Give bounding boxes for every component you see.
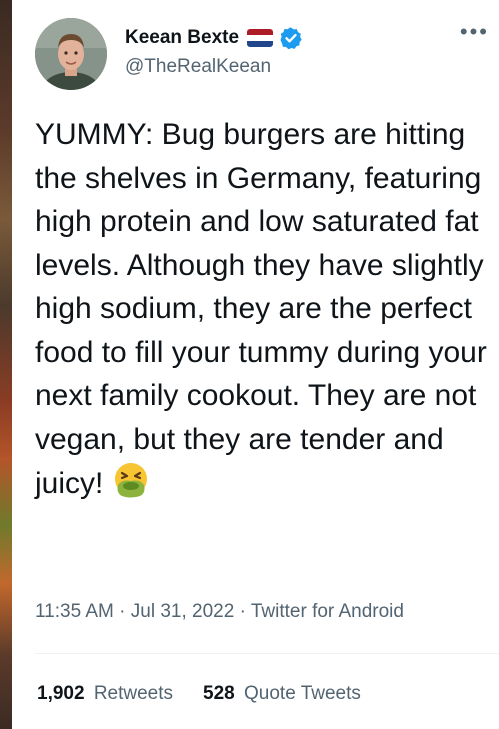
verified-badge-icon	[279, 26, 303, 50]
meta-separator: ·	[113, 601, 131, 622]
tweet-header: Keean Bexte @TheRealKeean •••	[35, 18, 499, 90]
retweets-label: Retweets	[93, 683, 174, 704]
retweets-count: 1,902	[37, 683, 85, 704]
divider	[35, 653, 499, 654]
tweet-source[interactable]: Twitter for Android	[251, 601, 404, 622]
tweet-text: YUMMY: Bug burgers are hitting the shelv…	[35, 118, 496, 500]
quote-tweets-label: Quote Tweets	[244, 683, 361, 704]
more-options-icon[interactable]: •••	[460, 21, 489, 43]
quote-tweets-stat[interactable]: 528 Quote Tweets	[203, 683, 361, 705]
retweets-stat[interactable]: 1,902 Retweets	[37, 683, 173, 705]
tweet-time[interactable]: 11:35 AM	[35, 601, 114, 622]
quote-tweets-count: 528	[203, 683, 235, 704]
display-name[interactable]: Keean Bexte	[125, 27, 239, 49]
tweet-meta: 11:35 AM · Jul 31, 2022 · Twitter for An…	[35, 601, 404, 623]
author-block[interactable]: Keean Bexte @TheRealKeean	[125, 26, 303, 78]
nauseated-face-icon	[112, 461, 150, 499]
handle[interactable]: @TheRealKeean	[125, 56, 303, 78]
avatar[interactable]	[35, 18, 107, 90]
netherlands-flag-icon	[247, 29, 274, 47]
tweet-date[interactable]: Jul 31, 2022	[131, 601, 235, 622]
meta-separator: ·	[234, 601, 251, 622]
tweet-card: Keean Bexte @TheRealKeean ••• YUMMY: Bug…	[35, 0, 499, 729]
tweet-body: YUMMY: Bug burgers are hitting the shelv…	[35, 113, 487, 506]
engagement-stats: 1,902 Retweets 528 Quote Tweets	[37, 683, 391, 705]
background-photo-strip	[0, 0, 12, 729]
